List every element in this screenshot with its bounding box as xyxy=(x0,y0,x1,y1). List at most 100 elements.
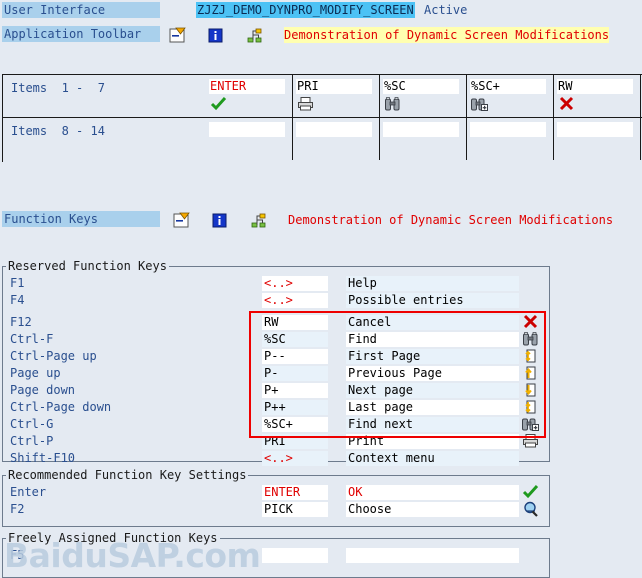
fk-text[interactable] xyxy=(346,548,519,563)
fk-text[interactable]: First Page xyxy=(346,349,519,364)
fk-code[interactable]: <..> xyxy=(262,451,328,466)
user-interface-row: User Interface ZJZJ_DEMO_DYNPRO_MODIFY_S… xyxy=(0,2,642,19)
fk-code[interactable]: ENTER xyxy=(262,485,328,500)
fk-key: Enter xyxy=(10,485,47,499)
application-toolbar-row: Application Toolbar Demonstration of Dyn… xyxy=(0,26,642,46)
fk-key: Ctrl-P xyxy=(10,434,54,448)
items-cell[interactable]: RW xyxy=(554,75,641,117)
items-cell[interactable] xyxy=(380,118,467,160)
items-cell-code[interactable]: ENTER xyxy=(209,79,285,94)
items-cell[interactable] xyxy=(554,118,641,160)
items-cell[interactable]: %SC+ xyxy=(467,75,554,117)
items-cell-code[interactable] xyxy=(209,122,285,137)
fk-text[interactable]: Print xyxy=(346,434,519,449)
user-interface-label: User Interface xyxy=(2,2,160,18)
items-cell[interactable] xyxy=(206,118,293,160)
fk-code[interactable]: RW xyxy=(262,315,328,330)
watermark: BaiduSAP.com xyxy=(4,536,261,575)
items-cell[interactable]: %SC xyxy=(380,75,467,117)
hierarchy-icon[interactable] xyxy=(246,27,264,44)
next-page-icon xyxy=(522,382,539,398)
list-item: Ctrl-Page up P-- First Page xyxy=(3,348,549,365)
list-item: Shift-F10 <..> Context menu xyxy=(3,450,549,467)
list-item: F2 PICK Choose xyxy=(3,501,549,518)
list-item: Page up P- Previous Page xyxy=(3,365,549,382)
first-page-icon xyxy=(522,348,539,364)
fk-code[interactable]: P-- xyxy=(262,349,328,364)
fk-key: Page up xyxy=(10,366,61,380)
fk-text[interactable]: Choose xyxy=(346,502,519,517)
items-table: Items 1 - 7 ENTER PRI %SC %SC+ RW Items … xyxy=(2,74,642,162)
green-check-icon xyxy=(210,96,227,113)
fk-text[interactable]: OK xyxy=(346,485,519,500)
list-item: F1 <..> Help xyxy=(3,275,549,292)
recommended-function-keys-group: Recommended Function Key Settings Enter … xyxy=(2,468,550,527)
fk-code[interactable]: P- xyxy=(262,366,328,381)
fk-code[interactable] xyxy=(262,548,328,563)
fk-code[interactable]: <..> xyxy=(262,293,328,308)
fk-code[interactable]: %SC+ xyxy=(262,417,328,432)
items-cell[interactable] xyxy=(293,118,380,160)
binoculars-icon xyxy=(384,96,401,113)
fk-text[interactable]: Cancel xyxy=(346,315,519,330)
items-cell-code[interactable]: %SC+ xyxy=(470,79,546,94)
hierarchy-icon[interactable] xyxy=(250,212,268,229)
fk-text[interactable]: Possible entries xyxy=(346,293,519,308)
binoculars-plus-icon xyxy=(471,96,488,113)
red-x-icon xyxy=(522,314,539,330)
binoculars-plus-icon xyxy=(522,416,539,432)
user-interface-name[interactable]: ZJZJ_DEMO_DYNPRO_MODIFY_SCREEN xyxy=(196,2,415,18)
items-cell-code[interactable] xyxy=(557,122,633,137)
list-item: Enter ENTER OK xyxy=(3,484,549,501)
items-cell-code[interactable] xyxy=(383,122,459,137)
fk-text[interactable]: Context menu xyxy=(346,451,519,466)
fk-text[interactable]: Next page xyxy=(346,383,519,398)
fk-text[interactable]: Help xyxy=(346,276,519,291)
fk-key: Shift-F10 xyxy=(10,451,76,465)
items-cell-code[interactable] xyxy=(296,122,372,137)
items-cell[interactable] xyxy=(467,118,554,160)
fk-code[interactable]: PICK xyxy=(262,502,328,517)
application-toolbar-title: Demonstration of Dynamic Screen Modifica… xyxy=(284,27,610,43)
binoculars-icon xyxy=(522,331,539,347)
fk-code[interactable]: %SC xyxy=(262,332,328,347)
items-cell[interactable]: ENTER xyxy=(206,75,293,117)
fk-text[interactable]: Last page xyxy=(346,400,519,415)
items-cell-code[interactable] xyxy=(470,122,546,137)
fk-key: F2 xyxy=(10,502,25,516)
fk-text[interactable]: Find next xyxy=(346,417,519,432)
fk-code[interactable]: P++ xyxy=(262,400,328,415)
fk-code[interactable]: <..> xyxy=(262,276,328,291)
items-row-label: Items 1 - 7 xyxy=(11,81,105,95)
list-detail-icon[interactable] xyxy=(172,212,190,229)
info-icon[interactable] xyxy=(210,212,228,229)
application-toolbar-label: Application Toolbar xyxy=(2,26,160,42)
items-cell-code[interactable]: PRI xyxy=(296,79,372,94)
fk-key: F12 xyxy=(10,315,32,329)
items-row-label: Items 8 - 14 xyxy=(11,124,105,138)
items-cell-code[interactable]: %SC xyxy=(383,79,459,94)
fk-code[interactable]: PRI xyxy=(262,434,328,449)
fk-code[interactable]: P+ xyxy=(262,383,328,398)
list-item: Ctrl-G %SC+ Find next xyxy=(3,416,549,433)
fk-text[interactable]: Previous Page xyxy=(346,366,519,381)
list-detail-icon[interactable] xyxy=(168,27,186,44)
recommended-function-keys-title: Recommended Function Key Settings xyxy=(6,468,249,482)
items-cell[interactable]: PRI xyxy=(293,75,380,117)
reserved-function-keys-title: Reserved Function Keys xyxy=(6,259,169,273)
magnifier-icon xyxy=(522,501,539,517)
items-cell-code[interactable]: RW xyxy=(557,79,633,94)
fk-key: F4 xyxy=(10,293,25,307)
table-row: Items 8 - 14 xyxy=(3,118,642,161)
function-keys-label: Function Keys xyxy=(2,211,160,227)
function-keys-row: Function Keys Demonstration of Dynamic S… xyxy=(0,211,642,231)
fk-key: Page down xyxy=(10,383,76,397)
print-icon xyxy=(522,433,539,449)
fk-text[interactable]: Find xyxy=(346,332,519,347)
user-interface-status: Active xyxy=(424,3,468,17)
print-icon xyxy=(297,96,314,113)
last-page-icon xyxy=(522,399,539,415)
list-item: F4 <..> Possible entries xyxy=(3,292,549,309)
info-icon[interactable] xyxy=(206,27,224,44)
fk-key: Ctrl-Page down xyxy=(10,400,112,414)
